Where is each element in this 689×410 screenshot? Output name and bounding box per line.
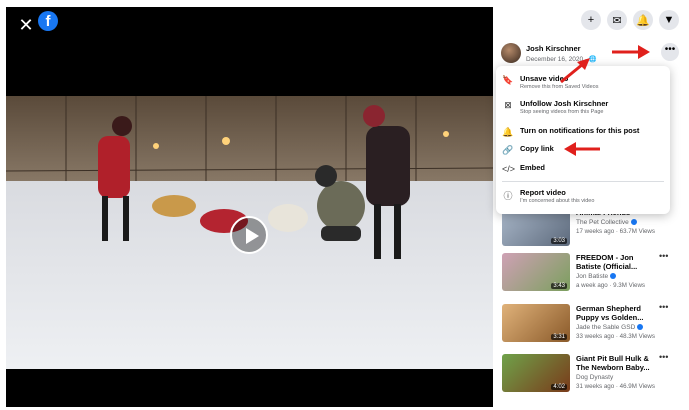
annotation-arrow-copy-link xyxy=(564,142,600,156)
video-frame[interactable] xyxy=(6,96,493,369)
more-icon[interactable]: ••• xyxy=(659,302,668,312)
link-icon: 🔗 xyxy=(502,145,514,155)
video-duration: 3:31 xyxy=(551,334,567,340)
bookmark-icon: 🔖 xyxy=(502,75,514,85)
more-icon[interactable]: ••• xyxy=(659,352,668,362)
bell-icon[interactable]: 🔔 xyxy=(633,10,653,30)
menu-item-title: Unfollow Josh Kirschner xyxy=(520,99,609,108)
verified-icon xyxy=(630,219,637,226)
report-icon: ⓘ xyxy=(503,191,513,201)
video-meta: 33 weeks ago · 48.3M Views xyxy=(576,333,655,340)
list-item[interactable]: 3:31 German Shepherd Puppy vs Golden... … xyxy=(499,302,689,352)
menu-item-subtitle: Stop seeing videos from this Page xyxy=(520,109,604,115)
menu-item-unfollow[interactable]: ⊠ Unfollow Josh Kirschner Stop seeing vi… xyxy=(496,99,670,119)
facebook-logo-icon[interactable]: f xyxy=(38,11,58,31)
caret-down-icon[interactable]: ▼ xyxy=(659,10,679,30)
menu-divider xyxy=(502,181,664,182)
annotation-arrow-date xyxy=(560,58,590,84)
header-actions: + ✉ 🔔 ▼ xyxy=(581,10,679,30)
annotation-arrow-more xyxy=(612,45,650,59)
video-duration: 4:02 xyxy=(551,384,567,390)
list-item[interactable]: 3:43 FREEDOM - Jon Batiste (Official... … xyxy=(499,251,689,301)
unfollow-icon: ⊠ xyxy=(504,100,512,110)
avatar[interactable] xyxy=(501,43,521,63)
menu-item-report-video[interactable]: ⓘ Report video I'm concerned about this … xyxy=(496,188,670,208)
play-icon[interactable] xyxy=(230,216,268,254)
video-channel[interactable]: Dog Dynasty xyxy=(576,374,676,381)
list-item[interactable]: 3:03 Animal Friends The Pet Collective 1… xyxy=(499,206,689,256)
video-channel[interactable]: Jon Batiste xyxy=(576,273,676,280)
video-title[interactable]: German Shepherd Puppy vs Golden... xyxy=(576,304,658,322)
code-icon: </> xyxy=(502,164,516,174)
plus-icon[interactable]: + xyxy=(581,10,601,30)
video-player: ✕ f xyxy=(6,7,493,407)
menu-item-title: Report video xyxy=(520,188,566,197)
menu-item-embed[interactable]: </> Embed xyxy=(496,163,670,183)
menu-item-subtitle: I'm concerned about this video xyxy=(520,198,595,204)
video-duration: 3:03 xyxy=(551,238,567,244)
video-channel[interactable]: The Pet Collective xyxy=(576,219,676,226)
menu-item-title: Embed xyxy=(520,163,546,172)
author-name[interactable]: Josh Kirschner xyxy=(526,44,597,53)
messenger-icon[interactable]: ✉ xyxy=(607,10,627,30)
video-meta: 17 weeks ago · 63.7M Views xyxy=(576,228,655,235)
more-icon[interactable]: ••• xyxy=(661,43,679,61)
list-item[interactable]: 4:02 Giant Pit Bull Hulk & The Newborn B… xyxy=(499,352,689,402)
channel-name: Jade the Sable GSD xyxy=(576,324,636,331)
post-options-menu: 🔖 Unsave video Remove this from Saved Vi… xyxy=(496,66,670,214)
menu-item-title: Copy link xyxy=(520,144,554,153)
video-thumbnail[interactable]: 3:31 xyxy=(502,304,570,342)
channel-name: Jon Batiste xyxy=(576,273,609,280)
more-icon[interactable]: ••• xyxy=(659,251,668,261)
video-meta: 31 weeks ago · 46.9M Views xyxy=(576,383,655,390)
video-duration: 3:43 xyxy=(551,283,567,289)
video-meta: a week ago · 9.3M Views xyxy=(576,282,646,289)
verified-icon xyxy=(637,324,644,331)
bell-icon: 🔔 xyxy=(502,127,514,137)
close-icon[interactable]: ✕ xyxy=(16,15,36,35)
video-channel[interactable]: Jade the Sable GSD xyxy=(576,324,676,331)
video-thumbnail[interactable]: 3:43 xyxy=(502,253,570,291)
verified-icon xyxy=(610,273,617,280)
channel-name: The Pet Collective xyxy=(576,219,629,226)
video-thumbnail[interactable]: 4:02 xyxy=(502,354,570,392)
menu-item-title: Turn on notifications for this post xyxy=(520,126,640,135)
video-title[interactable]: Giant Pit Bull Hulk & The Newborn Baby..… xyxy=(576,354,658,372)
facebook-video-viewer: ✕ f + ✉ 🔔 ▼ Josh Kirschner December 16, … xyxy=(0,0,689,410)
video-title[interactable]: FREEDOM - Jon Batiste (Official... xyxy=(576,253,658,271)
